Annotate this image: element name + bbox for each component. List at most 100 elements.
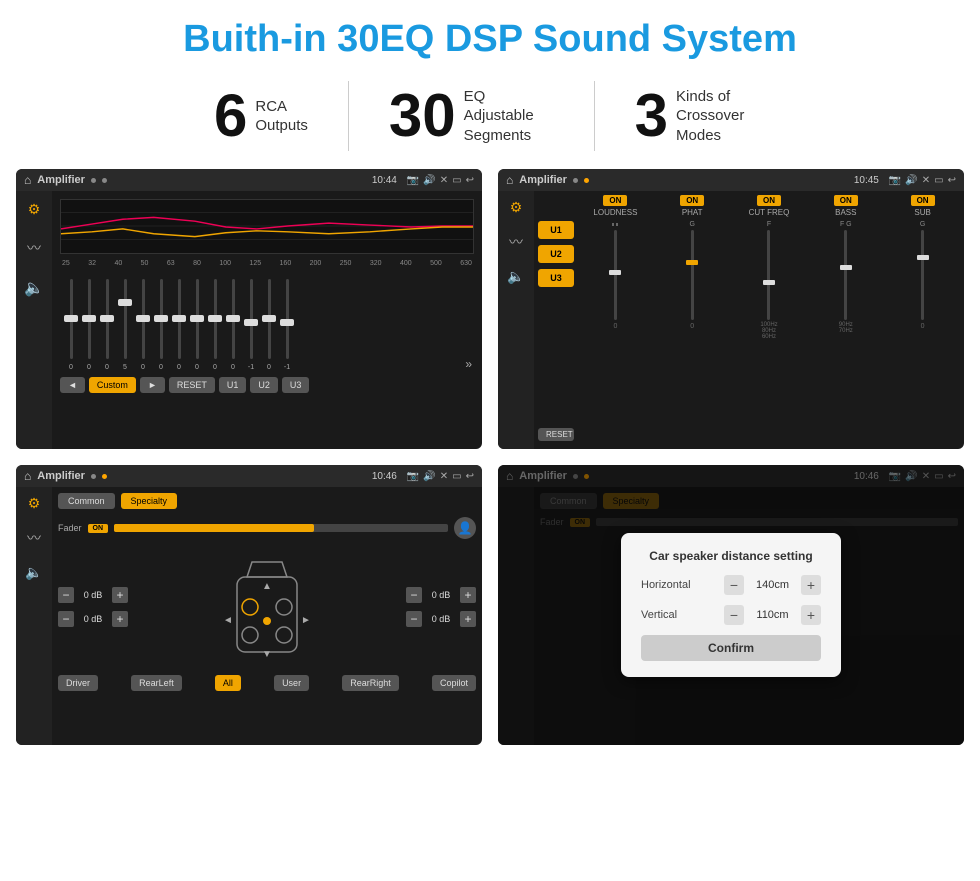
amp-wave-icon[interactable]: 〰 (509, 232, 523, 252)
horizontal-value: 140cm (750, 579, 795, 591)
stat-rca: 6 RCAOutputs (174, 86, 348, 146)
time-s2: 10:45 (854, 175, 879, 186)
dot1-s1 (91, 178, 96, 183)
screens-grid: ⌂ Amplifier 10:44 📷 🔊 ✕ ▭ ↩ ⚙ 〰 🔈 (0, 169, 980, 745)
stat-crossover: 3 Kinds ofCrossover Modes (595, 86, 806, 146)
eq-slider-2[interactable]: 0 (98, 279, 116, 371)
spk-spk-icon[interactable]: 🔈 (25, 564, 42, 581)
eq-slider-10[interactable]: -1 (242, 279, 260, 371)
eq-custom-btn[interactable]: Custom (89, 377, 136, 393)
avatar-icon: 👤 (454, 517, 476, 539)
phat-on-btn[interactable]: ON (680, 195, 704, 206)
fr-plus-btn[interactable]: + (460, 587, 476, 603)
eq-tune-icon[interactable]: ⚙ (28, 201, 41, 218)
db-row-rl: − 0 dB + (58, 611, 128, 627)
confirm-button[interactable]: Confirm (641, 635, 821, 661)
horizontal-plus-btn[interactable]: + (801, 575, 821, 595)
eq-slider-1[interactable]: 0 (80, 279, 98, 371)
phat-label: PHAT (682, 208, 703, 217)
eq-slider-8[interactable]: 0 (206, 279, 224, 371)
preset-u3-btn[interactable]: U3 (538, 269, 574, 287)
vertical-plus-btn[interactable]: + (801, 605, 821, 625)
back-icon-s3[interactable]: ↩ (466, 471, 474, 482)
eq-reset-btn[interactable]: RESET (169, 377, 215, 393)
camera-icon-s1: 📷 (407, 175, 419, 186)
amp-speaker-icon[interactable]: 🔈 (507, 268, 524, 285)
spk-wave-icon[interactable]: 〰 (27, 528, 41, 548)
eq-slider-6[interactable]: 0 (170, 279, 188, 371)
back-icon-s1[interactable]: ↩ (466, 175, 474, 186)
amp-tune-icon[interactable]: ⚙ (510, 199, 523, 216)
fl-db-val: 0 dB (78, 590, 108, 600)
back-icon-s2[interactable]: ↩ (948, 175, 956, 186)
db-row-fr: − 0 dB + (406, 587, 476, 603)
loudness-on-btn[interactable]: ON (603, 195, 627, 206)
eq-freq-labels: 2532 4050 6380 100125 160200 250320 4005… (60, 260, 474, 267)
fl-minus-btn[interactable]: − (58, 587, 74, 603)
spk-tabs: Common Specialty (58, 493, 476, 509)
fr-minus-btn[interactable]: − (406, 587, 422, 603)
dialog-overlay: Car speaker distance setting Horizontal … (498, 465, 964, 745)
eq-screen-content: ⚙ 〰 🔈 (16, 191, 482, 449)
x-icon-s3: ✕ (440, 471, 448, 482)
rearleft2-btn[interactable]: RearRight (342, 675, 399, 691)
db-row-fl: − 0 dB + (58, 587, 128, 603)
rl-plus-btn[interactable]: + (112, 611, 128, 627)
stat-eq-number: 30 (389, 86, 456, 146)
bass-on-btn[interactable]: ON (834, 195, 858, 206)
preset-u2-btn[interactable]: U2 (538, 245, 574, 263)
eq-slider-7[interactable]: 0 (188, 279, 206, 371)
copilot-btn[interactable]: Copilot (432, 675, 476, 691)
dot2-s2 (584, 178, 589, 183)
rr-plus-btn[interactable]: + (460, 611, 476, 627)
horizontal-minus-btn[interactable]: − (724, 575, 744, 595)
eq-u3-btn[interactable]: U3 (282, 377, 310, 393)
stat-rca-text: RCAOutputs (255, 97, 308, 136)
vertical-value: 110cm (750, 609, 795, 621)
eq-slider-0[interactable]: 0 (62, 279, 80, 371)
spk-tune-icon[interactable]: ⚙ (28, 495, 41, 512)
preset-u1-btn[interactable]: U1 (538, 221, 574, 239)
cutfreq-label: CUT FREQ (749, 208, 790, 217)
home-icon-s1[interactable]: ⌂ (24, 173, 31, 187)
eq-more-icon[interactable]: » (465, 357, 472, 371)
eq-slider-9[interactable]: 0 (224, 279, 242, 371)
eq-slider-5[interactable]: 0 (152, 279, 170, 371)
eq-slider-12[interactable]: -1 (278, 279, 296, 371)
eq-u2-btn[interactable]: U2 (250, 377, 278, 393)
sub-on-btn[interactable]: ON (911, 195, 935, 206)
eq-u1-btn[interactable]: U1 (219, 377, 247, 393)
eq-left-panel: ⚙ 〰 🔈 (16, 191, 52, 449)
cutfreq-on-btn[interactable]: ON (757, 195, 781, 206)
rearleft-btn[interactable]: RearLeft (131, 675, 182, 691)
vertical-label: Vertical (641, 609, 706, 621)
amp-reset-btn[interactable]: RESET (538, 428, 574, 441)
tab-common[interactable]: Common (58, 493, 115, 509)
dot2-s3 (102, 474, 107, 479)
fl-plus-btn[interactable]: + (112, 587, 128, 603)
eq-slider-3[interactable]: 5 (116, 279, 134, 371)
eq-wave-icon[interactable]: 〰 (27, 238, 41, 258)
rl-db-val: 0 dB (78, 614, 108, 624)
eq-play-btn[interactable]: ► (140, 377, 165, 393)
svg-text:►: ► (301, 615, 311, 626)
tab-specialty[interactable]: Specialty (121, 493, 178, 509)
home-icon-s3[interactable]: ⌂ (24, 469, 31, 483)
eq-slider-11[interactable]: 0 (260, 279, 278, 371)
rr-minus-btn[interactable]: − (406, 611, 422, 627)
rl-minus-btn[interactable]: − (58, 611, 74, 627)
topbar-s3: ⌂ Amplifier 10:46 📷 🔊 ✕ ▭ ↩ (16, 465, 482, 487)
driver-btn[interactable]: Driver (58, 675, 98, 691)
all-btn[interactable]: All (215, 675, 241, 691)
eq-slider-4[interactable]: 0 (134, 279, 152, 371)
eq-graph (60, 199, 474, 254)
fr-db-val: 0 dB (426, 590, 456, 600)
spk-left-panel: ⚙ 〰 🔈 (16, 487, 52, 745)
eq-prev-btn[interactable]: ◄ (60, 377, 85, 393)
vertical-minus-btn[interactable]: − (724, 605, 744, 625)
bass-label: BASS (835, 208, 856, 217)
eq-speaker-icon[interactable]: 🔈 (24, 278, 44, 298)
home-icon-s2[interactable]: ⌂ (506, 173, 513, 187)
fader-on-badge: ON (88, 524, 109, 533)
user-btn[interactable]: User (274, 675, 309, 691)
